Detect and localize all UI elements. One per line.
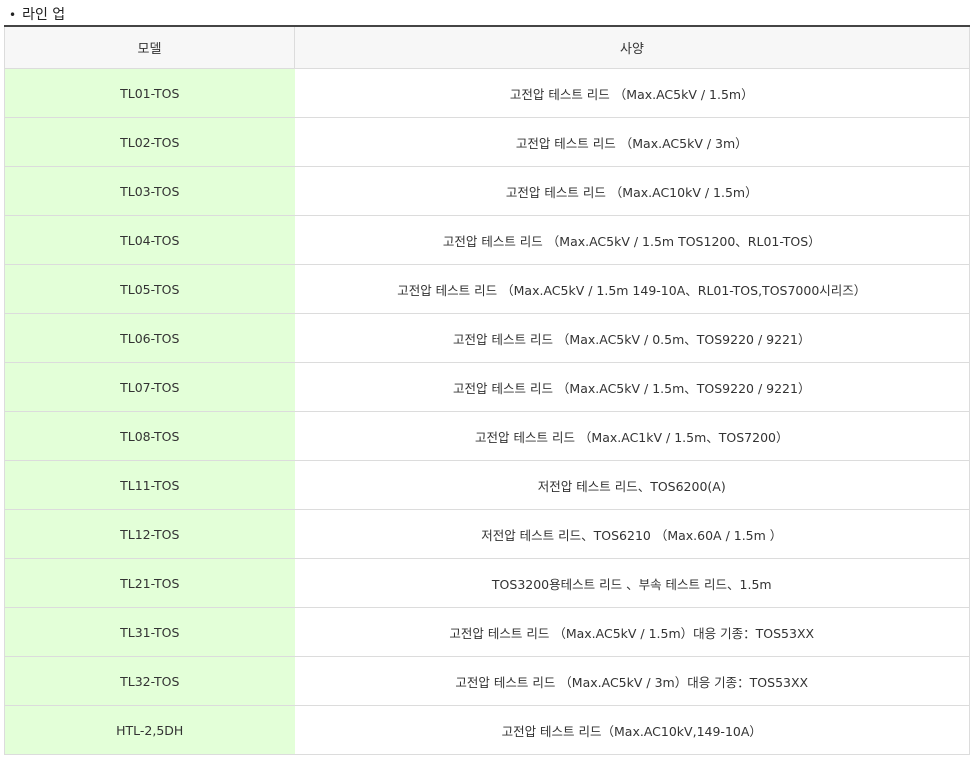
table-row: TL06-TOS 고전압 테스트 리드 （Max.AC5kV / 0.5m、TO… — [4, 313, 970, 363]
model-cell: TL21-TOS — [4, 558, 295, 608]
spec-cell: 고전압 테스트 리드 （Max.AC5kV / 1.5m 149-10A、RL0… — [294, 264, 970, 314]
spec-cell: 고전압 테스트 리드 （Max.AC1kV / 1.5m、TOS7200） — [294, 411, 970, 461]
model-cell: TL08-TOS — [4, 411, 295, 461]
table-row: TL08-TOS 고전압 테스트 리드 （Max.AC1kV / 1.5m、TO… — [4, 411, 970, 461]
spec-cell: 고전압 테스트 리드 （Max.AC5kV / 1.5m TOS1200、RL0… — [294, 215, 970, 265]
spec-cell: 고전압 테스트 리드 （Max.AC5kV / 3m）대응 기종：TOS53XX — [294, 656, 970, 706]
spec-cell: 고전압 테스트 리드 （Max.AC5kV / 1.5m、TOS9220 / 9… — [294, 362, 970, 412]
section-title-text: 라인 업 — [22, 7, 66, 23]
spec-cell: 저전압 테스트 리드、TOS6200(A) — [294, 460, 970, 510]
model-cell: HTL-2,5DH — [4, 705, 295, 755]
table-row: TL03-TOS 고전압 테스트 리드 （Max.AC10kV / 1.5m） — [4, 166, 970, 216]
spec-cell: 고전압 테스트 리드 （Max.AC5kV / 3m） — [294, 117, 970, 167]
model-cell: TL12-TOS — [4, 509, 295, 559]
header-spec: 사양 — [294, 26, 970, 69]
model-cell: TL03-TOS — [4, 166, 295, 216]
spec-cell: TOS3200용테스트 리드 、부속 테스트 리드、1.5m — [294, 558, 970, 608]
table-row: TL05-TOS 고전압 테스트 리드 （Max.AC5kV / 1.5m 14… — [4, 264, 970, 314]
table-row: TL11-TOS 저전압 테스트 리드、TOS6200(A) — [4, 460, 970, 510]
bullet-icon: • — [9, 8, 17, 22]
model-cell: TL06-TOS — [4, 313, 295, 363]
spec-cell: 고전압 테스트 리드 （Max.AC5kV / 1.5m）대응 기종：TOS53… — [294, 607, 970, 657]
spec-cell: 고전압 테스트 리드 （Max.AC10kV / 1.5m） — [294, 166, 970, 216]
spec-cell: 고전압 테스트 리드 （Max.AC5kV / 0.5m、TOS9220 / 9… — [294, 313, 970, 363]
model-cell: TL11-TOS — [4, 460, 295, 510]
header-model: 모델 — [4, 26, 295, 69]
table-row: TL31-TOS 고전압 테스트 리드 （Max.AC5kV / 1.5m）대응… — [4, 607, 970, 657]
table-row: TL02-TOS 고전압 테스트 리드 （Max.AC5kV / 3m） — [4, 117, 970, 167]
spec-cell: 고전압 테스트 리드 （Max.AC5kV / 1.5m） — [294, 68, 970, 118]
table-header-row: 모델 사양 — [4, 26, 970, 69]
model-cell: TL07-TOS — [4, 362, 295, 412]
spec-cell: 고전압 테스트 리드（Max.AC10kV,149-10A） — [294, 705, 970, 755]
table-row: TL21-TOS TOS3200용테스트 리드 、부속 테스트 리드、1.5m — [4, 558, 970, 608]
section-title: • 라인 업 — [9, 4, 65, 26]
lineup-table: 모델 사양 TL01-TOS 고전압 테스트 리드 （Max.AC5kV / 1… — [4, 25, 970, 755]
table-row: TL07-TOS 고전압 테스트 리드 （Max.AC5kV / 1.5m、TO… — [4, 362, 970, 412]
model-cell: TL31-TOS — [4, 607, 295, 657]
model-cell: TL01-TOS — [4, 68, 295, 118]
model-cell: TL05-TOS — [4, 264, 295, 314]
model-cell: TL32-TOS — [4, 656, 295, 706]
table-row: TL32-TOS 고전압 테스트 리드 （Max.AC5kV / 3m）대응 기… — [4, 656, 970, 706]
table-row: HTL-2,5DH 고전압 테스트 리드（Max.AC10kV,149-10A） — [4, 705, 970, 755]
model-cell: TL02-TOS — [4, 117, 295, 167]
table-row: TL12-TOS 저전압 테스트 리드、TOS6210 （Max.60A / 1… — [4, 509, 970, 559]
table-row: TL04-TOS 고전압 테스트 리드 （Max.AC5kV / 1.5m TO… — [4, 215, 970, 265]
table-row: TL01-TOS 고전압 테스트 리드 （Max.AC5kV / 1.5m） — [4, 68, 970, 118]
spec-cell: 저전압 테스트 리드、TOS6210 （Max.60A / 1.5m ） — [294, 509, 970, 559]
model-cell: TL04-TOS — [4, 215, 295, 265]
